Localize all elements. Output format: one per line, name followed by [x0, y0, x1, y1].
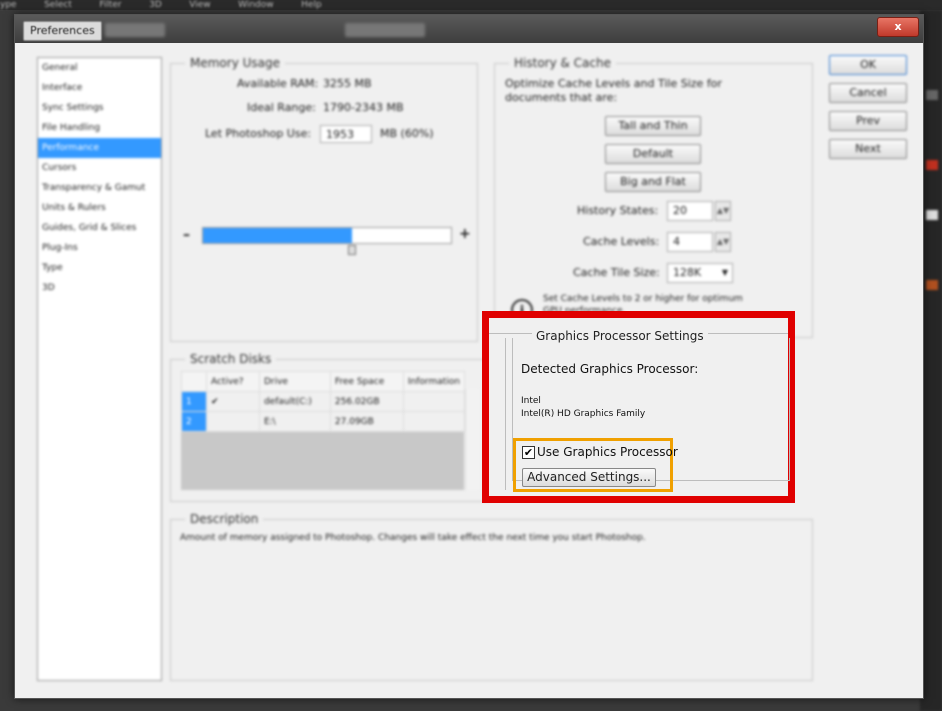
table-header-active: Active?	[205, 371, 260, 392]
background-tab	[105, 23, 165, 37]
detected-gpu-label: Detected Graphics Processor:	[521, 362, 699, 376]
menu-item-filter[interactable]: Filter	[99, 0, 121, 10]
information-cell	[402, 411, 466, 432]
gpu-vendor: Intel	[521, 396, 541, 406]
sidebar-item-interface[interactable]: Interface	[38, 78, 161, 98]
panel-icon	[926, 210, 938, 220]
cache-optimize-text: Optimize Cache Levels and Tile Size for …	[505, 77, 722, 104]
history-cache-title: History & Cache	[514, 56, 611, 70]
cache-levels-label: Cache Levels:	[583, 235, 660, 248]
scratch-disks-table: Active? Drive Free Space Information 1 ✔…	[181, 371, 466, 432]
background-tab	[345, 23, 425, 37]
sidebar-item-guides-grid[interactable]: Guides, Grid & Slices	[38, 218, 161, 238]
table-header-information: Information	[402, 371, 466, 392]
panel-icon	[926, 280, 938, 290]
use-gpu-checkbox[interactable]: ✔	[522, 446, 535, 459]
divider	[505, 338, 506, 490]
free-space-cell: 256.02GB	[329, 391, 404, 412]
menu-item-view[interactable]: View	[189, 0, 210, 10]
row-number: 2	[181, 411, 207, 432]
menu-item-help[interactable]: Help	[301, 0, 322, 10]
cancel-button[interactable]: Cancel	[829, 83, 907, 103]
history-states-input[interactable]: 20	[667, 201, 713, 221]
cache-levels-input[interactable]: 4	[667, 232, 713, 252]
row-number: 1	[181, 391, 207, 412]
ideal-range-label: Ideal Range:	[247, 101, 316, 114]
active-checkbox[interactable]: ✔	[205, 391, 260, 412]
graphics-processor-title: Graphics Processor Settings	[532, 329, 708, 343]
memory-slider[interactable]	[202, 227, 452, 244]
panel-icon	[926, 90, 938, 100]
memory-slider-fill	[203, 228, 352, 243]
description-text: Amount of memory assigned to Photoshop. …	[180, 533, 646, 543]
memory-usage-title: Memory Usage	[190, 56, 281, 70]
table-row[interactable]: 1 ✔ default(C:) 256.02GB	[181, 391, 466, 412]
big-and-flat-button[interactable]: Big and Flat	[605, 172, 701, 192]
sidebar-item-transparency[interactable]: Transparency & Gamut	[38, 178, 161, 198]
information-cell	[402, 391, 466, 412]
table-row[interactable]: 2 E:\ 27.09GB	[181, 411, 466, 432]
sidebar-item-general[interactable]: General	[38, 58, 161, 78]
ok-button[interactable]: OK	[829, 55, 907, 75]
prev-button[interactable]: Prev	[829, 111, 907, 131]
close-button[interactable]: x	[877, 17, 919, 37]
menu-item-select[interactable]: Select	[44, 0, 72, 10]
sidebar-item-performance[interactable]: Performance	[38, 138, 161, 158]
memory-usage-group: Memory Usage	[170, 56, 478, 342]
advanced-settings-button[interactable]: Advanced Settings...	[522, 468, 656, 487]
cache-tile-size-label: Cache Tile Size:	[573, 266, 660, 279]
default-button[interactable]: Default	[605, 144, 701, 164]
memory-increase-button[interactable]: +	[459, 226, 471, 242]
table-header-number	[181, 371, 207, 392]
sidebar-item-plugins[interactable]: Plug-Ins	[38, 238, 161, 258]
sidebar-item-3d[interactable]: 3D	[38, 278, 161, 298]
available-ram-value: 3255 MB	[323, 77, 372, 90]
preferences-sidebar: General Interface Sync Settings File Han…	[37, 57, 162, 681]
sidebar-item-cursors[interactable]: Cursors	[38, 158, 161, 178]
dialog-titlebar: Preferences x	[15, 15, 923, 43]
sidebar-item-units-rulers[interactable]: Units & Rulers	[38, 198, 161, 218]
menu-item-type[interactable]: ype	[0, 0, 17, 10]
available-ram-label: Available RAM:	[237, 77, 319, 90]
history-states-label: History States:	[577, 204, 659, 217]
active-checkbox[interactable]	[205, 411, 260, 432]
app-menubar: ype Select Filter 3D View Window Help	[0, 0, 942, 10]
ideal-range-value: 1790-2343 MB	[323, 101, 404, 114]
table-header-free-space: Free Space	[329, 371, 404, 392]
drive-cell: default(C:)	[258, 391, 331, 412]
table-scrollbar[interactable]	[465, 389, 480, 490]
tall-and-thin-button[interactable]: Tall and Thin	[605, 116, 701, 136]
gpu-options-highlight: ✔ Use Graphics Processor Advanced Settin…	[513, 438, 678, 492]
memory-decrease-button[interactable]: –	[183, 227, 190, 243]
sidebar-item-file-handling[interactable]: File Handling	[38, 118, 161, 138]
history-states-spinner[interactable]: ▲▼	[715, 201, 731, 221]
menu-item-3d[interactable]: 3D	[149, 0, 162, 10]
memory-slider-thumb[interactable]	[348, 245, 356, 255]
cache-tile-size-select[interactable]: 128K ▼	[667, 263, 733, 283]
sidebar-item-sync-settings[interactable]: Sync Settings	[38, 98, 161, 118]
cache-levels-spinner[interactable]: ▲▼	[715, 232, 731, 252]
free-space-cell: 27.09GB	[329, 411, 404, 432]
gpu-model: Intel(R) HD Graphics Family	[521, 409, 646, 419]
description-title: Description	[190, 512, 259, 526]
dialog-title: Preferences	[23, 21, 102, 41]
chevron-down-icon: ▼	[721, 268, 728, 277]
table-empty-area	[181, 432, 464, 490]
memory-unit-label: MB (60%)	[380, 127, 434, 140]
scratch-disks-title: Scratch Disks	[190, 352, 272, 366]
sidebar-item-type[interactable]: Type	[38, 258, 161, 278]
memory-amount-input[interactable]: 1953	[320, 125, 372, 143]
panel-icon	[926, 160, 938, 170]
next-button[interactable]: Next	[829, 139, 907, 159]
drive-cell: E:\	[258, 411, 331, 432]
cache-tile-size-value: 128K	[673, 266, 702, 279]
use-gpu-label[interactable]: Use Graphics Processor	[537, 445, 678, 459]
graphics-processor-settings-panel: Graphics Processor Settings Detected Gra…	[482, 311, 795, 503]
table-header-drive: Drive	[258, 371, 331, 392]
menu-item-window[interactable]: Window	[238, 0, 274, 10]
let-photoshop-use-label: Let Photoshop Use:	[205, 127, 312, 140]
